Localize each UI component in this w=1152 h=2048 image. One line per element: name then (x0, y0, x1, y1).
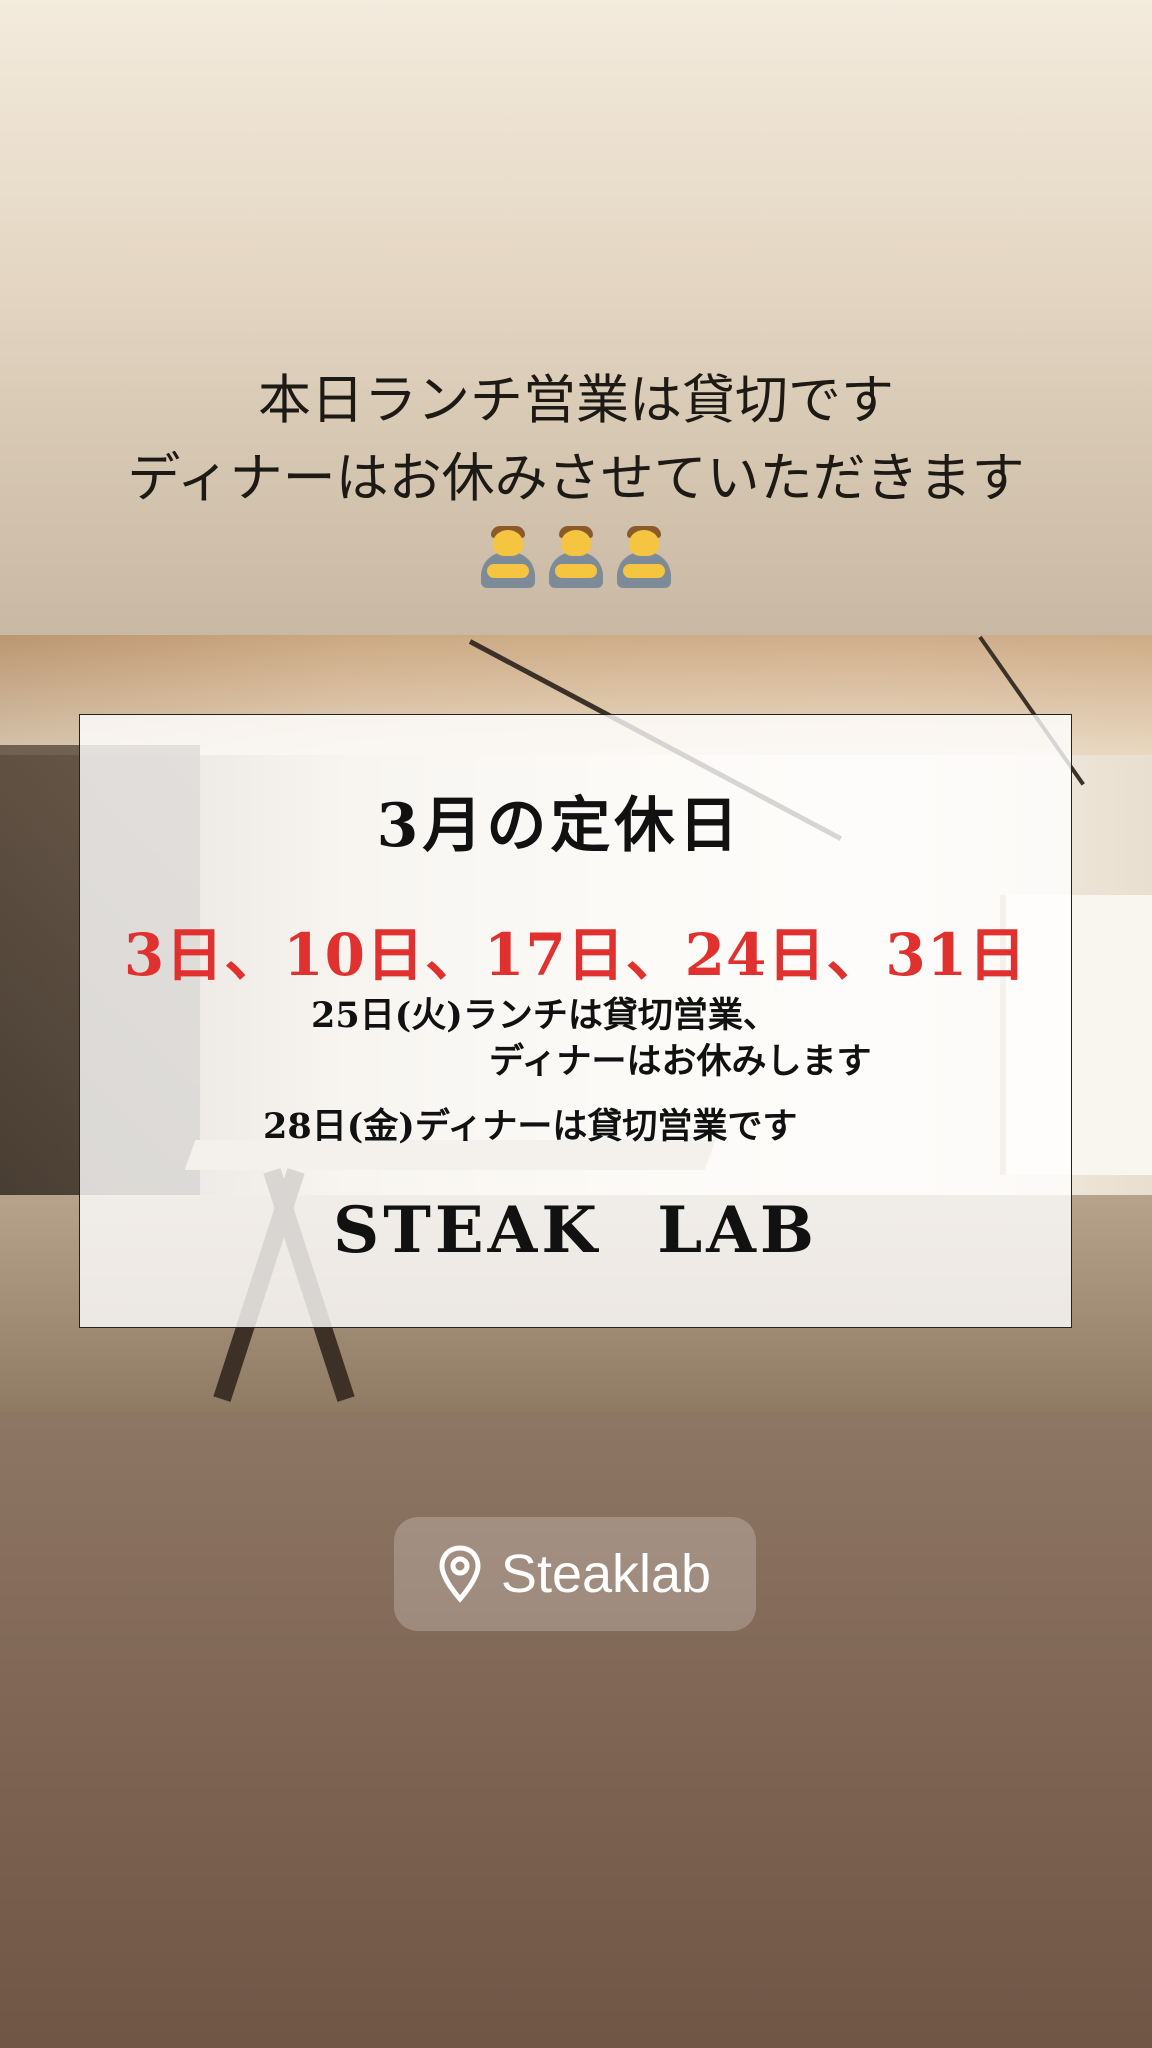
brand-name: STEAK LAB (333, 1193, 818, 1268)
caption-line-1: 本日ランチ営業は貸切です (258, 370, 894, 431)
notice-note-line-3: 28日(金)ディナーは貸切営業です (263, 1106, 798, 1147)
person-bowing-icon (477, 526, 539, 590)
holiday-notice-card: 3月の定休日 3日、10日、17日、24日、31日 25日(火)ランチは貸切営業… (79, 714, 1072, 1328)
location-label: Steaklab (500, 1544, 712, 1604)
notice-note-line-1: 25日(火)ランチは貸切営業、 (311, 995, 778, 1036)
holiday-dates: 3日、10日、17日、24日、31日 (123, 921, 1028, 989)
person-bowing-icon (613, 526, 675, 590)
location-sticker[interactable]: Steaklab (394, 1517, 756, 1631)
notice-title: 3月の定休日 (376, 791, 743, 861)
emoji-row (0, 526, 1152, 590)
notice-note-line-2: ディナーはお休みします (489, 1041, 872, 1082)
caption-line-2: ディナーはお休みさせていただきます (127, 448, 1025, 509)
person-bowing-icon (545, 526, 607, 590)
location-pin-icon (439, 1545, 481, 1603)
story-caption: 本日ランチ営業は貸切です ディナーはお休みさせていただきます (0, 362, 1152, 590)
